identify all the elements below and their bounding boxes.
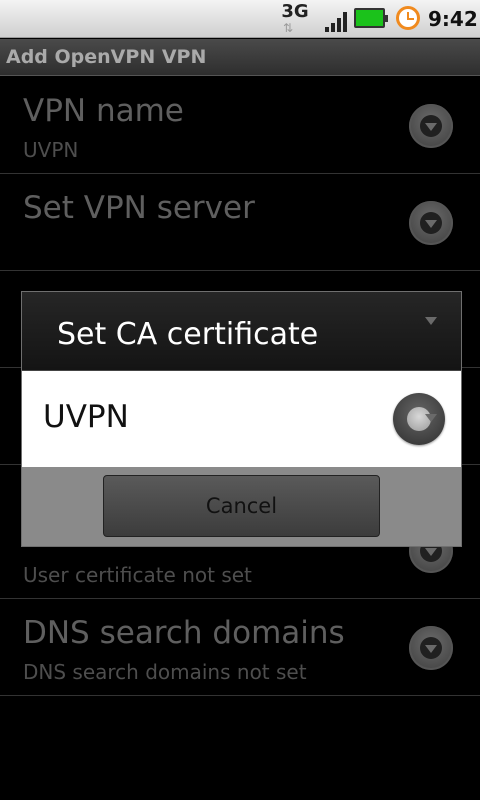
network-type: 3G — [281, 1, 309, 22]
clock: 9:42 — [428, 7, 478, 31]
alarm-icon — [396, 6, 420, 30]
item-summary: DNS search domains not set — [23, 660, 307, 684]
vpn-server-item[interactable]: Set VPN server — [0, 174, 480, 271]
chevron-down-icon — [409, 626, 453, 670]
certificate-option-uvpn[interactable]: UVPN — [22, 371, 461, 467]
page-title: Add OpenVPN VPN — [6, 46, 207, 68]
battery-icon — [354, 8, 388, 28]
chevron-down-icon — [409, 104, 453, 148]
data-activity-icon: ⇅ — [283, 21, 293, 35]
dialog-header: Set CA certificate — [22, 292, 461, 371]
item-summary: User certificate not set — [23, 563, 252, 587]
dialog-title: Set CA certificate — [57, 317, 319, 352]
cancel-button[interactable]: Cancel — [103, 475, 380, 537]
option-label: UVPN — [43, 399, 129, 435]
item-label: VPN name — [23, 93, 184, 129]
item-label: DNS search domains — [23, 615, 345, 651]
item-summary: UVPN — [23, 138, 79, 162]
radio-button[interactable] — [393, 393, 445, 445]
signal-icon — [325, 10, 347, 32]
item-label: Set VPN server — [23, 190, 255, 226]
status-bar: 3G ⇅ 9:42 — [0, 0, 480, 38]
dns-search-domains-item[interactable]: DNS search domains DNS search domains no… — [0, 599, 480, 696]
title-bar: Add OpenVPN VPN — [0, 39, 480, 76]
chevron-down-icon — [409, 201, 453, 245]
dialog-footer: Cancel — [22, 467, 461, 546]
ca-certificate-dialog: Set CA certificate UVPN Cancel — [21, 291, 462, 547]
vpn-name-item[interactable]: VPN name UVPN — [0, 77, 480, 174]
